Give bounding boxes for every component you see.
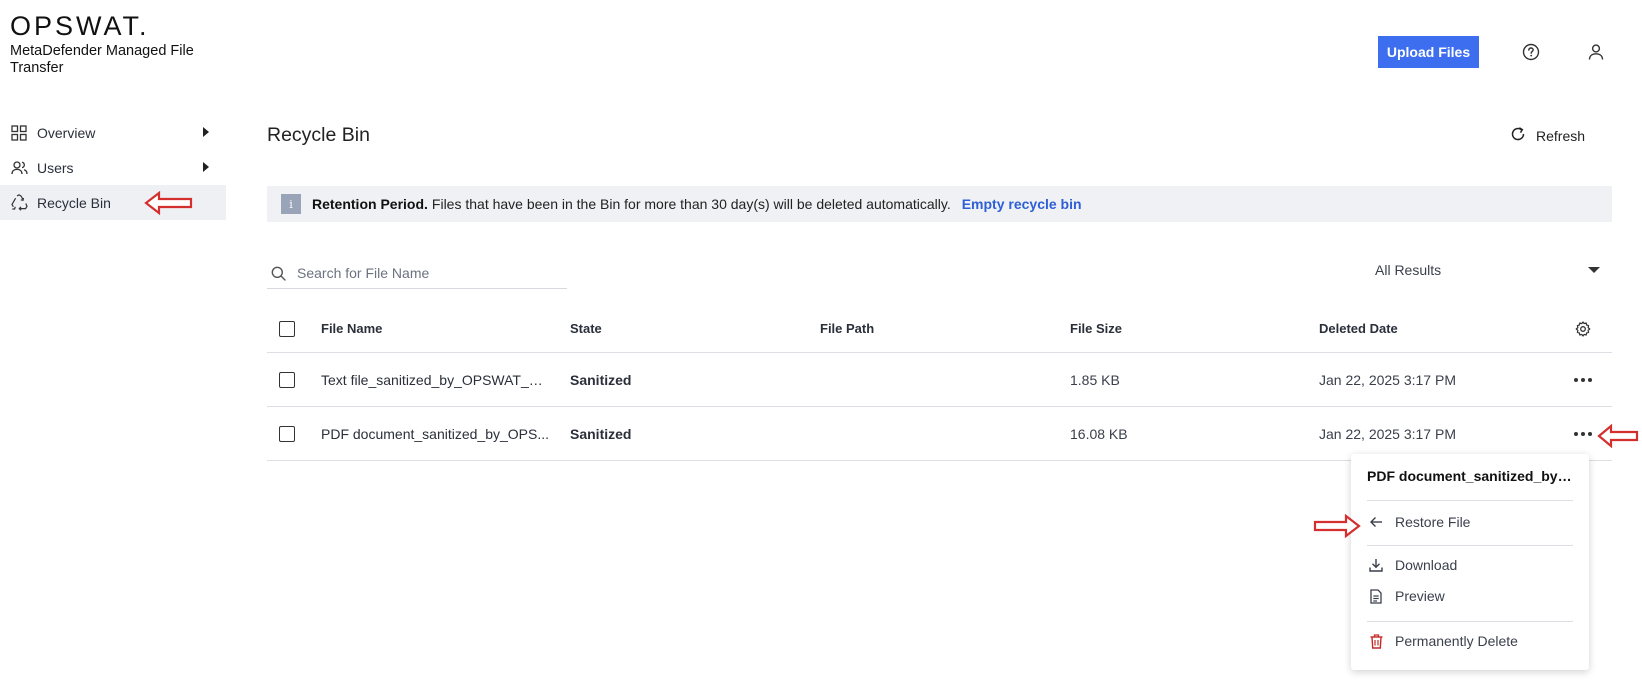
search-icon — [269, 264, 287, 282]
sidebar-item-label: Recycle Bin — [37, 194, 111, 211]
info-icon: i — [281, 194, 301, 214]
refresh-label: Refresh — [1536, 127, 1586, 144]
menu-divider — [1367, 621, 1573, 622]
menu-item-label: Download — [1395, 557, 1458, 573]
annotation-arrow-right — [1313, 514, 1361, 538]
deleted-date: Jan 22, 2025 3:17 PM — [1319, 371, 1456, 388]
table-row[interactable]: Text file_sanitized_by_OPSWAT_M... Sanit… — [267, 353, 1612, 407]
row-checkbox[interactable] — [279, 371, 295, 388]
menu-divider — [1367, 545, 1573, 546]
column-header-file-size[interactable]: File Size — [1070, 305, 1122, 352]
sidebar-item-label: Overview — [37, 124, 96, 141]
download-menu-item[interactable]: Download — [1367, 551, 1573, 579]
banner-heading: Retention Period. — [312, 196, 428, 212]
caret-right-icon[interactable] — [203, 162, 209, 172]
column-header-file-path[interactable]: File Path — [820, 305, 874, 352]
recycle-bin-table: File Name State File Path File Size Dele… — [267, 305, 1612, 461]
file-name[interactable]: Text file_sanitized_by_OPSWAT_M... — [321, 372, 551, 388]
select-all-checkbox[interactable] — [279, 320, 295, 337]
more-actions-icon[interactable] — [1568, 353, 1598, 406]
grid-icon — [10, 124, 28, 142]
user-icon[interactable] — [1584, 40, 1608, 64]
recycle-icon — [10, 194, 28, 212]
sidebar-item-label: Users — [37, 159, 74, 176]
permanently-delete-menu-item[interactable]: Permanently Delete — [1367, 627, 1573, 655]
column-header-file-name[interactable]: File Name — [321, 305, 551, 352]
document-icon — [1367, 587, 1385, 605]
file-state: Sanitized — [570, 425, 632, 442]
search-field — [267, 258, 567, 289]
sidebar-item-overview[interactable]: Overview — [0, 115, 226, 150]
annotation-arrow-left — [1597, 424, 1639, 448]
sidebar-item-users[interactable]: Users — [0, 150, 226, 185]
file-name[interactable]: PDF document_sanitized_by_OPS... — [321, 426, 549, 442]
row-context-menu: PDF document_sanitized_by_O... Restore F… — [1351, 454, 1589, 670]
row-checkbox[interactable] — [279, 425, 295, 442]
column-header-deleted-date[interactable]: Deleted Date — [1319, 305, 1398, 352]
chevron-down-icon — [1588, 267, 1600, 273]
refresh-icon — [1510, 126, 1526, 145]
trash-icon — [1367, 632, 1385, 650]
menu-item-label: Restore File — [1395, 514, 1471, 530]
preview-menu-item[interactable]: Preview — [1367, 582, 1573, 610]
users-icon — [10, 159, 28, 177]
menu-item-label: Permanently Delete — [1395, 633, 1518, 649]
menu-file-name: PDF document_sanitized_by_O... — [1367, 468, 1579, 484]
search-input[interactable] — [297, 265, 547, 281]
more-actions-icon[interactable] — [1568, 407, 1598, 460]
file-size: 16.08 KB — [1070, 425, 1128, 442]
file-state: Sanitized — [570, 371, 632, 388]
retention-banner: i Retention Period. Files that have been… — [267, 186, 1612, 222]
caret-right-icon[interactable] — [203, 127, 209, 137]
empty-recycle-bin-link[interactable]: Empty recycle bin — [962, 196, 1082, 212]
annotation-arrow-left — [144, 191, 193, 215]
gear-icon[interactable] — [1568, 305, 1598, 352]
download-icon — [1367, 556, 1385, 574]
table-header: File Name State File Path File Size Dele… — [267, 305, 1612, 353]
brand: OPSWAT. MetaDefender Managed File Transf… — [10, 12, 210, 77]
results-filter-dropdown[interactable]: All Results — [1375, 262, 1600, 278]
column-header-state[interactable]: State — [570, 305, 602, 352]
arrow-left-icon — [1367, 513, 1385, 531]
menu-divider — [1367, 500, 1573, 501]
opswat-logo: OPSWAT. — [10, 11, 150, 41]
filter-selected-value: All Results — [1375, 262, 1442, 278]
menu-item-label: Preview — [1395, 588, 1445, 604]
deleted-date: Jan 22, 2025 3:17 PM — [1319, 425, 1456, 442]
banner-text: Files that have been in the Bin for more… — [431, 196, 951, 212]
page-title: Recycle Bin — [267, 124, 370, 146]
table-row[interactable]: PDF document_sanitized_by_OPS... Sanitiz… — [267, 407, 1612, 461]
product-name: MetaDefender Managed File Transfer — [10, 43, 194, 76]
file-size: 1.85 KB — [1070, 371, 1120, 388]
refresh-button[interactable]: Refresh — [1510, 126, 1585, 145]
upload-files-button[interactable]: Upload Files — [1378, 36, 1479, 68]
restore-file-menu-item[interactable]: Restore File — [1367, 508, 1573, 536]
help-circle-icon[interactable] — [1519, 40, 1543, 64]
